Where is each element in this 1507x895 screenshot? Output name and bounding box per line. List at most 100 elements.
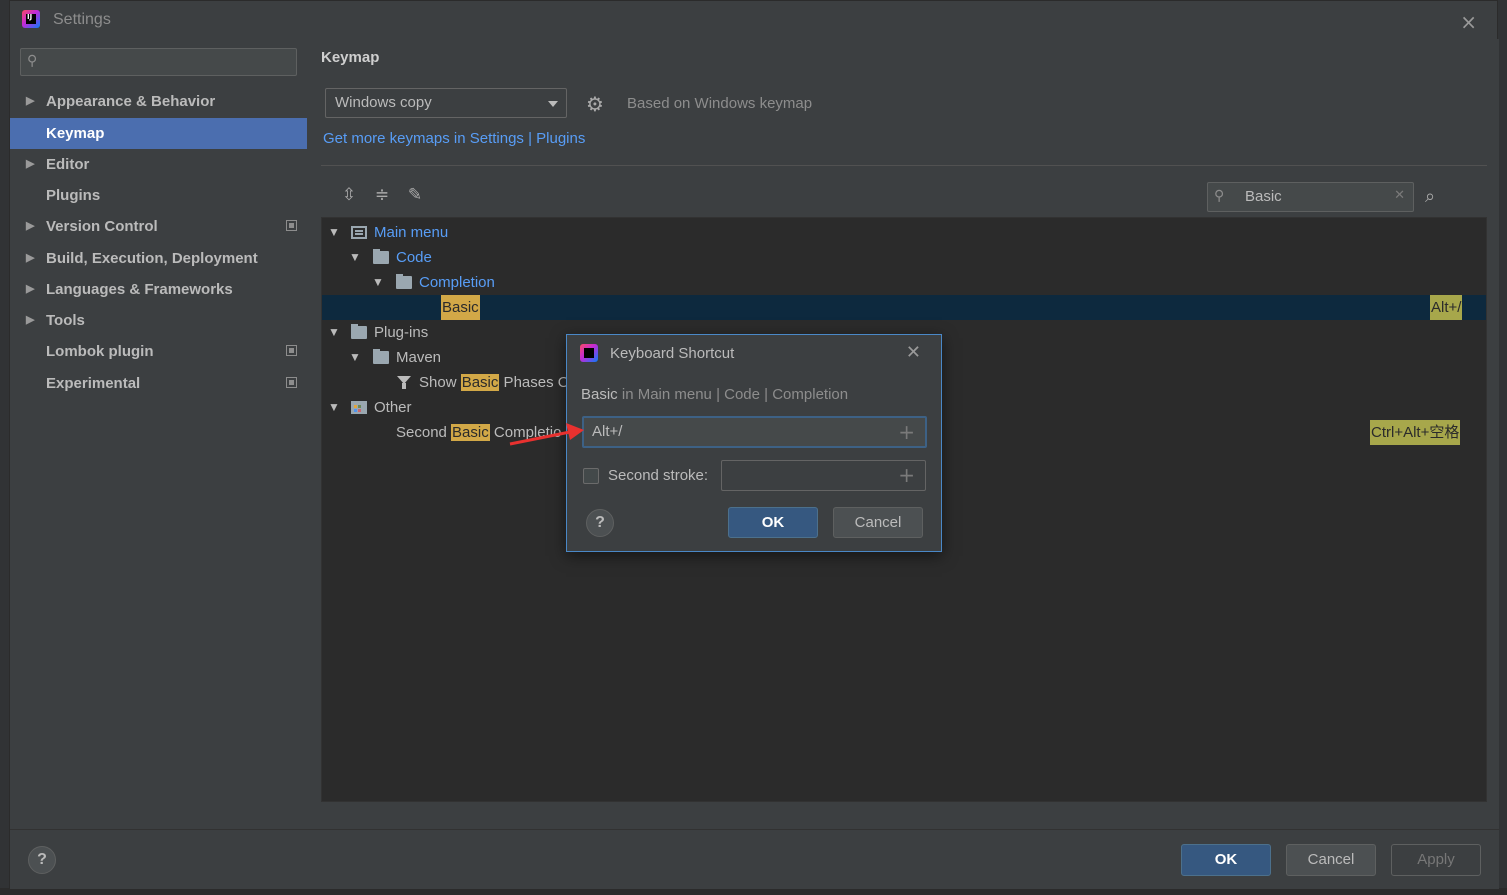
sidebar-item-label: Experimental [46,375,141,392]
keyboard-shortcut-dialog: Keyboard Shortcut ✕ Basic in Main menu |… [566,334,942,552]
project-level-icon [286,220,297,231]
cancel-button[interactable]: Cancel [1286,844,1376,876]
apply-button[interactable]: Apply [1391,844,1481,876]
intellij-logo-icon [580,344,598,362]
sidebar-item-languages-frameworks[interactable]: ▶ Languages & Frameworks [10,274,307,305]
project-level-icon [286,377,297,388]
expand-arrow-icon: ▶ [26,95,35,107]
dialog-footer: ? OK Cancel Apply [10,829,1499,889]
expanded-arrow-icon: ▼ [328,325,340,339]
filter-icon [397,376,411,389]
help-button[interactable]: ? [28,846,56,874]
sidebar-item-label: Appearance & Behavior [46,93,216,110]
expanded-arrow-icon: ▼ [349,250,361,264]
ok-button[interactable]: OK [728,507,818,538]
expanded-arrow-icon: ▼ [349,350,361,364]
second-stroke-input[interactable]: + [721,460,926,491]
tree-row-label: Main menu [374,224,449,241]
expand-arrow-icon: ▶ [26,314,35,326]
tree-row-completion[interactable]: ▼ Completion [322,270,1486,295]
project-level-icon [286,345,297,356]
expanded-arrow-icon: ▼ [372,275,384,289]
second-stroke-label: Second stroke: [608,467,709,484]
second-stroke-checkbox[interactable] [583,468,599,484]
clear-search-icon[interactable]: ✕ [1394,188,1405,203]
keymap-dropdown[interactable]: Windows copy [325,88,567,118]
sidebar-item-label: Lombok plugin [46,343,154,360]
action-path: Basic in Main menu | Code | Completion [581,386,849,403]
settings-sidebar: ⚲ ▶ Appearance & Behavior Keymap ▶ Edito… [10,39,307,829]
background-window-edge [0,0,9,895]
folder-icon [373,249,389,264]
sidebar-item-plugins[interactable]: Plugins [10,180,307,211]
plus-icon[interactable]: + [898,463,915,487]
annotation-arrow-icon [509,423,584,446]
intellij-logo-icon: IJ [22,10,40,28]
tree-row-label: Code [396,249,432,266]
sidebar-item-editor[interactable]: ▶ Editor [10,149,307,180]
edit-icon[interactable]: ✎ [404,185,426,207]
sidebar-item-experimental[interactable]: Experimental [10,368,307,399]
tree-row-basic[interactable]: Basic Alt+/ [322,295,1486,320]
collapse-all-icon[interactable]: ≑ [371,185,393,207]
background-bottom-edge [0,888,1507,895]
expand-arrow-icon: ▶ [26,252,35,264]
expand-arrow-icon: ▶ [26,220,35,232]
expand-arrow-icon: ▶ [26,158,35,170]
search-icon: ⚲ [1214,188,1225,204]
tree-row-label: Maven [396,349,442,366]
sidebar-item-lombok-plugin[interactable]: Lombok plugin [10,336,307,367]
keymap-search-value: Basic [1245,188,1282,205]
tree-row-label: Other [374,399,412,416]
sidebar-item-label: Languages & Frameworks [46,281,233,298]
sidebar-item-label: Keymap [46,125,105,142]
shortcut-badge: Alt+/ [1430,295,1463,320]
cancel-button[interactable]: Cancel [833,507,923,538]
help-button[interactable]: ? [586,509,614,537]
page-title: Keymap [321,49,380,66]
tree-row-main-menu[interactable]: ▼ Main menu [322,220,1486,245]
sidebar-search-input[interactable]: ⚲ [20,48,297,76]
chevron-down-icon [548,101,558,107]
ok-button[interactable]: OK [1181,844,1271,876]
based-on-label: Based on Windows keymap [627,95,813,112]
sidebar-item-label: Build, Execution, Deployment [46,250,258,267]
expanded-arrow-icon: ▼ [328,400,340,414]
shortcut-badge: Ctrl+Alt+空格 [1370,420,1461,445]
more-keymaps-link[interactable]: Get more keymaps in Settings | Plugins [323,130,585,147]
title-bar: IJ Settings × [10,1,1497,39]
gear-icon[interactable]: ⚙ [586,92,604,116]
first-stroke-value: Alt+/ [592,423,623,440]
sidebar-item-tools[interactable]: ▶ Tools [10,305,307,336]
dialog-title: Keyboard Shortcut [610,345,735,362]
tree-row-label: Completion [419,274,495,291]
expand-all-icon[interactable]: ⇳ [338,185,360,207]
find-by-shortcut-icon[interactable]: ⌕ [1425,186,1435,207]
divider [321,165,1487,166]
sidebar-item-label: Tools [46,312,85,329]
keymap-search-input[interactable]: ⚲ Basic ✕ [1207,182,1414,212]
tree-row-code[interactable]: ▼ Code [322,245,1486,270]
tree-row-label: Show Basic Phases O [419,374,570,391]
first-stroke-input[interactable]: Alt+/ + [582,416,927,448]
keymap-dropdown-value: Windows copy [335,94,432,111]
close-icon[interactable]: ✕ [906,342,921,363]
sidebar-item-build-execution-deployment[interactable]: ▶ Build, Execution, Deployment [10,243,307,274]
sidebar-item-label: Plugins [46,187,101,204]
background-window-edge-right [1498,0,1507,895]
other-group-icon [351,401,367,414]
tree-row-label: Plug-ins [374,324,429,341]
tree-row-label: Basic [441,295,480,320]
expanded-arrow-icon: ▼ [328,225,340,239]
sidebar-item-keymap[interactable]: Keymap [10,118,307,149]
folder-icon [351,324,367,339]
window-title: Settings [53,11,111,28]
plus-icon[interactable]: + [898,420,915,444]
sidebar-item-version-control[interactable]: ▶ Version Control [10,211,307,242]
search-icon: ⚲ [27,53,38,69]
close-icon[interactable]: × [1460,10,1477,34]
sidebar-item-appearance-behavior[interactable]: ▶ Appearance & Behavior [10,86,307,117]
menu-icon [351,226,367,239]
sidebar-item-label: Editor [46,156,90,173]
folder-icon [396,274,412,289]
